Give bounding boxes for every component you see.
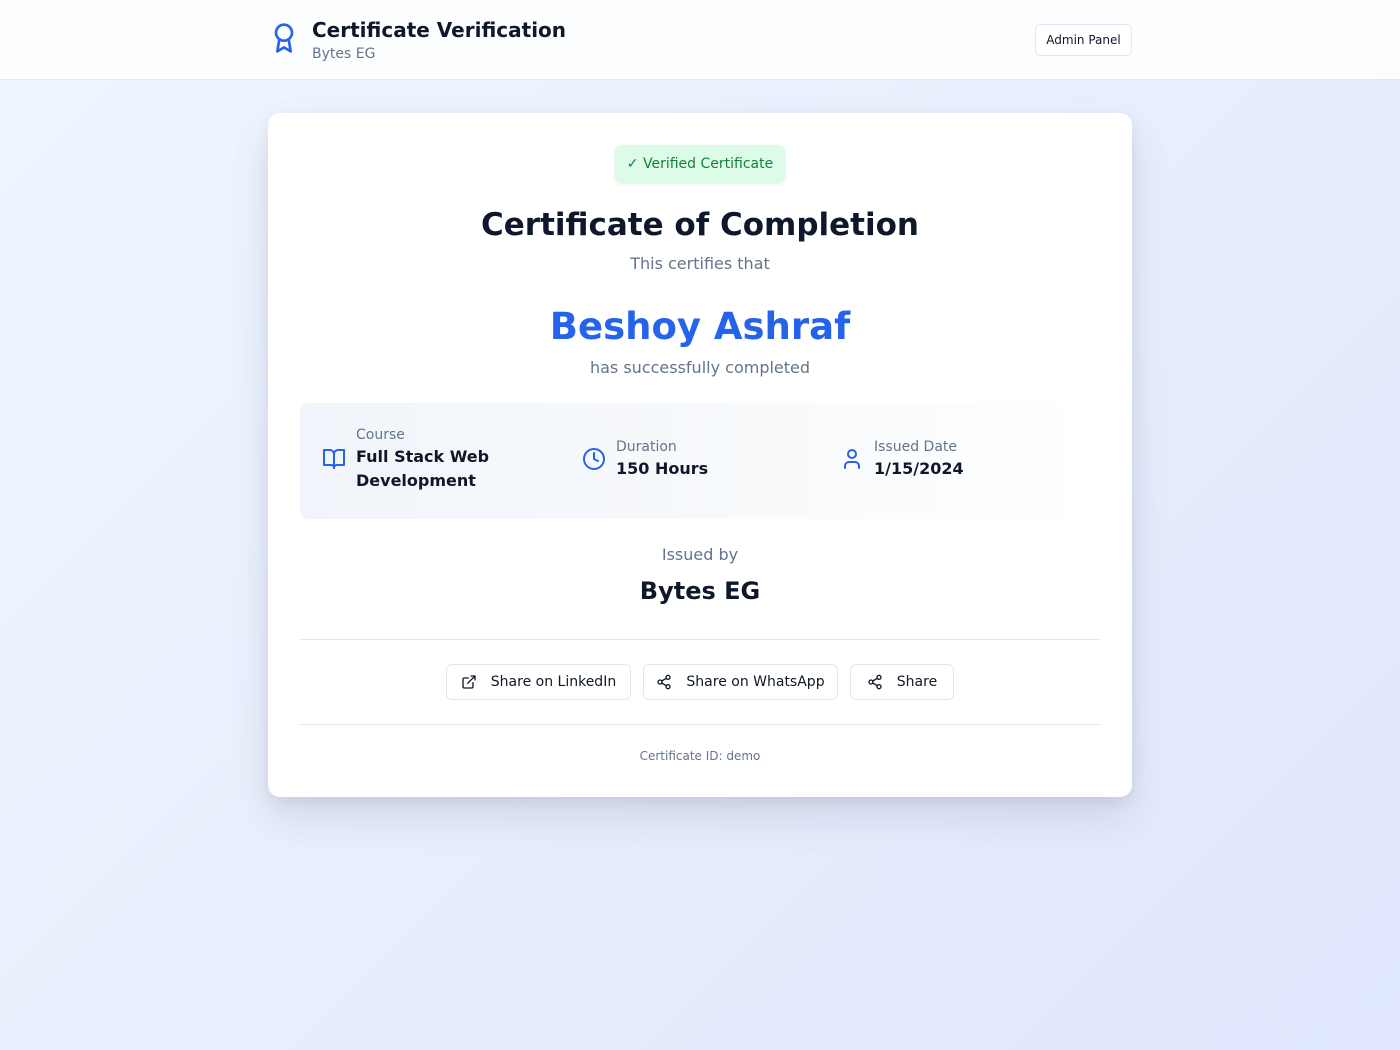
top-header: Certificate Verification Bytes EG Admin … bbox=[0, 0, 1400, 80]
course-value: Full Stack Web Development bbox=[356, 447, 490, 490]
certificate-details-panel: Course Full Stack Web Development Durati… bbox=[300, 403, 1088, 519]
issued-date-detail: Issued Date 1/15/2024 bbox=[840, 437, 964, 481]
app-subtitle: Bytes EG bbox=[312, 46, 376, 62]
course-label: Course bbox=[356, 427, 405, 443]
duration-detail: Duration 150 Hours bbox=[582, 437, 708, 481]
duration-value: 150 Hours bbox=[616, 459, 709, 478]
share-icon bbox=[868, 674, 882, 690]
admin-panel-button[interactable]: Admin Panel bbox=[1035, 24, 1132, 56]
share-button[interactable]: Share bbox=[850, 664, 954, 700]
share-whatsapp-label: Share on WhatsApp bbox=[686, 674, 825, 690]
issued-date-value: 1/15/2024 bbox=[874, 459, 964, 478]
share-linkedin-button[interactable]: Share on LinkedIn bbox=[446, 664, 631, 700]
share-whatsapp-button[interactable]: Share on WhatsApp bbox=[643, 664, 838, 700]
certificate-card: ✓ Verified Certificate Certificate of Co… bbox=[268, 113, 1132, 797]
brand-text: Certificate Verification Bytes EG bbox=[312, 16, 566, 64]
issued-by-label: Issued by bbox=[661, 545, 739, 564]
divider bbox=[300, 639, 1100, 640]
share-icon bbox=[657, 674, 672, 690]
issuer-name: Bytes EG bbox=[639, 577, 761, 605]
share-linkedin-label: Share on LinkedIn bbox=[490, 674, 617, 690]
completed-text: has successfully completed bbox=[589, 358, 811, 377]
clock-icon bbox=[583, 448, 605, 470]
share-label: Share bbox=[896, 674, 938, 690]
certifies-text: This certifies that bbox=[630, 254, 770, 273]
user-icon bbox=[844, 449, 860, 469]
certificate-id: Certificate ID: demo bbox=[639, 749, 761, 763]
certificate-title: Certificate of Completion bbox=[481, 207, 919, 243]
course-detail: Course Full Stack Web Development bbox=[322, 425, 516, 493]
recipient-name: Beshoy Ashraf bbox=[549, 305, 851, 348]
divider bbox=[300, 724, 1100, 725]
external-link-icon bbox=[462, 675, 476, 689]
brand: Certificate Verification Bytes EG bbox=[268, 16, 566, 64]
duration-label: Duration bbox=[616, 439, 677, 455]
app-title: Certificate Verification bbox=[312, 18, 567, 42]
award-icon bbox=[274, 23, 294, 53]
issued-date-label: Issued Date bbox=[874, 439, 958, 455]
verified-badge: ✓ Verified Certificate bbox=[615, 145, 785, 183]
book-icon bbox=[323, 449, 345, 469]
